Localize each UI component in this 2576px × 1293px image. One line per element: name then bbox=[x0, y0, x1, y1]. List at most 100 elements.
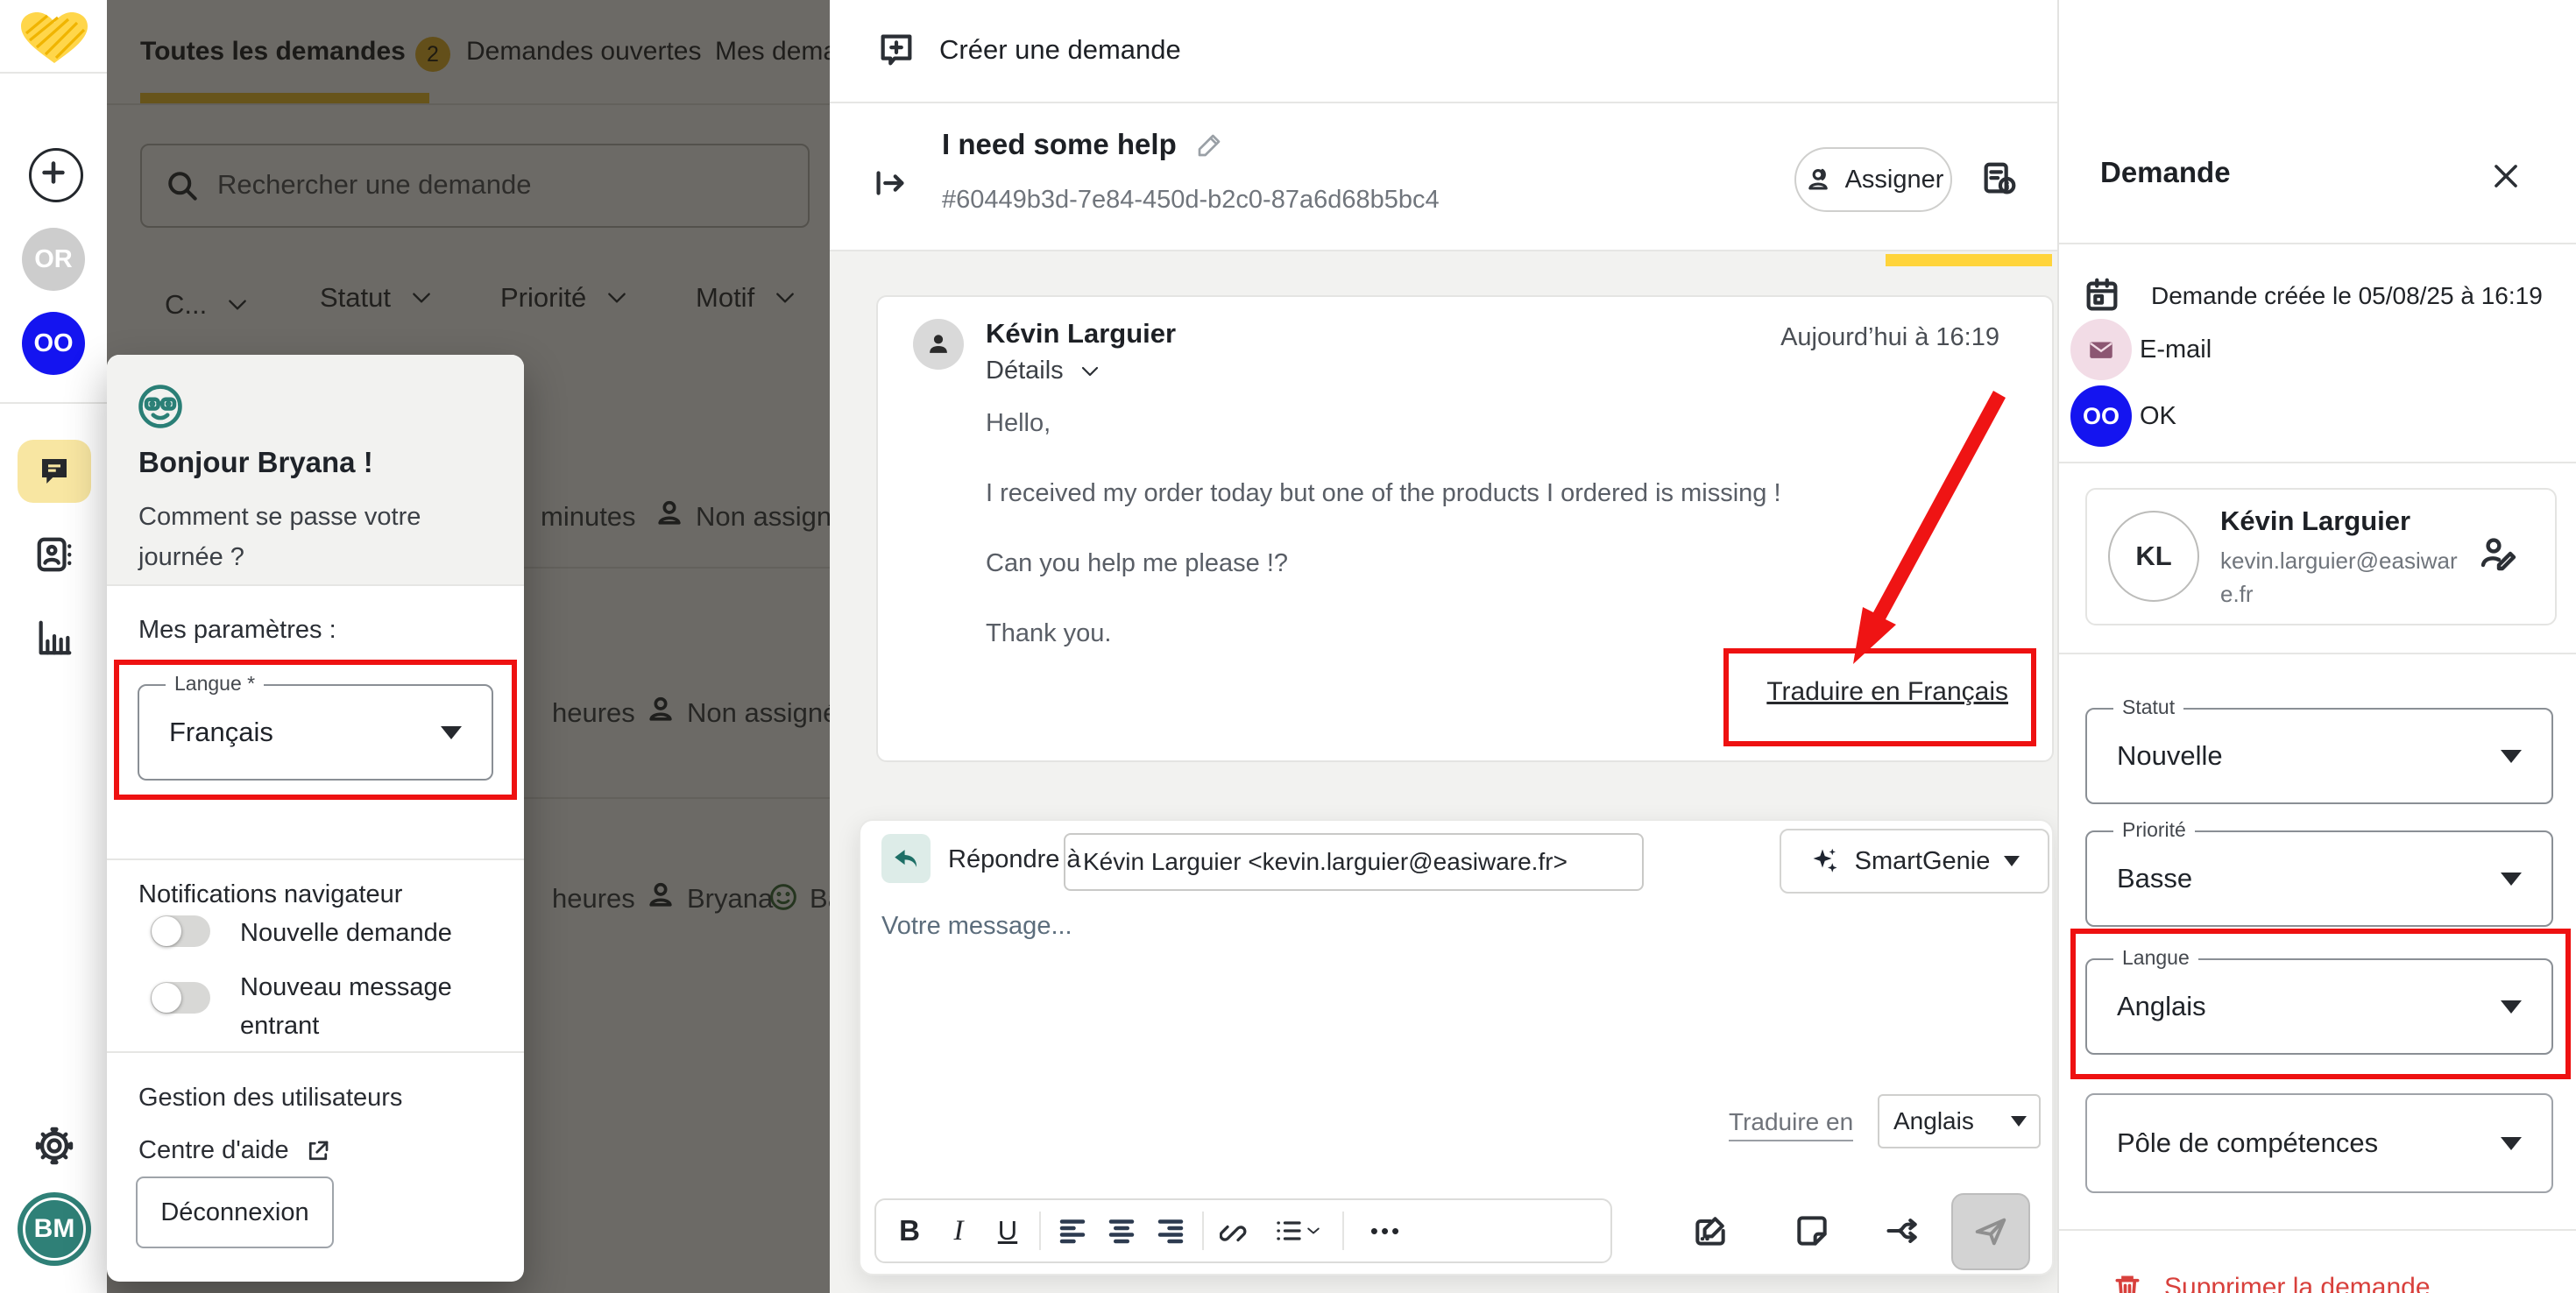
create-request-button[interactable]: Créer une demande bbox=[876, 30, 1181, 70]
toggle-new-request[interactable] bbox=[151, 915, 210, 947]
translate-language-select[interactable]: Anglais bbox=[1878, 1094, 2041, 1148]
recipient-chip-label: Kévin Larguier <kevin.larguier@easiware.… bbox=[1083, 848, 1568, 876]
italic-button[interactable]: I bbox=[934, 1206, 983, 1255]
assign-button-label: Assigner bbox=[1845, 166, 1944, 194]
notifications-title: Notifications navigateur bbox=[138, 880, 402, 909]
chat-bubble-icon bbox=[36, 453, 73, 490]
caret-down-icon bbox=[2501, 1137, 2522, 1150]
nav-statistics[interactable] bbox=[34, 618, 74, 658]
message-line: Thank you. bbox=[986, 619, 1111, 648]
toolbar-separator bbox=[1039, 1212, 1041, 1250]
priority-select-value: Basse bbox=[2117, 863, 2192, 894]
edit-title-pencil-icon[interactable] bbox=[1196, 131, 1224, 159]
canned-response-icon[interactable] bbox=[1691, 1212, 1730, 1250]
toggle-new-request-label: Nouvelle demande bbox=[240, 919, 452, 948]
message-details-label: Détails bbox=[986, 357, 1064, 385]
settings-section-label: Mes paramètres : bbox=[138, 616, 336, 645]
nav-contacts[interactable] bbox=[34, 534, 74, 575]
contact-card[interactable]: KL Kévin Larguier kevin.larguier@easiwar… bbox=[2085, 488, 2557, 625]
close-icon[interactable] bbox=[2489, 159, 2523, 193]
align-right-button[interactable] bbox=[1146, 1206, 1195, 1255]
message-input-placeholder: Votre message... bbox=[881, 912, 1072, 940]
avatar-oo-label: OO bbox=[33, 329, 73, 358]
toggle-new-message[interactable] bbox=[151, 982, 210, 1014]
insert-link-button[interactable] bbox=[1211, 1206, 1260, 1255]
assign-person-icon bbox=[1803, 165, 1833, 194]
create-request-label: Créer une demande bbox=[939, 34, 1181, 66]
caret-down-icon bbox=[441, 726, 462, 739]
smartgenie-button[interactable]: SmartGenie bbox=[1780, 829, 2049, 894]
edit-contact-icon[interactable] bbox=[2476, 532, 2518, 574]
avatar-bm-ring bbox=[23, 1198, 86, 1261]
bold-button[interactable]: B bbox=[885, 1206, 934, 1255]
recipient-chip[interactable]: Kévin Larguier <kevin.larguier@easiware.… bbox=[1064, 833, 1644, 891]
avatar-oo[interactable]: OO bbox=[22, 312, 85, 375]
settings-button[interactable] bbox=[33, 1125, 75, 1167]
note-icon[interactable] bbox=[1793, 1212, 1831, 1250]
logout-button-label: Déconnexion bbox=[160, 1198, 308, 1227]
language-select-value: Français bbox=[169, 717, 273, 748]
app-screen: OR OO bbox=[0, 0, 2576, 1293]
created-date-text: Demande créée le 05/08/25 à 16:19 bbox=[2151, 282, 2543, 310]
popover-question: Comment se passe votre journée ? bbox=[138, 497, 421, 577]
priority-select[interactable]: Priorité Basse bbox=[2085, 830, 2553, 927]
status-select[interactable]: Statut Nouvelle bbox=[2085, 708, 2553, 804]
popover-greeting: Bonjour Bryana ! bbox=[138, 446, 373, 479]
request-details-panel: Demande Demande créée le 05/08/25 à 16:1… bbox=[2057, 0, 2576, 1293]
send-plane-icon bbox=[1971, 1212, 2011, 1252]
delete-request-button[interactable]: Supprimer la demande bbox=[2110, 1270, 2431, 1293]
priority-select-label: Priorité bbox=[2113, 818, 2195, 842]
conversation-tab-accent bbox=[1886, 254, 2052, 266]
message-input[interactable]: Votre message... bbox=[881, 912, 2029, 1070]
caret-down-icon bbox=[2501, 1000, 2522, 1014]
trash-icon bbox=[2110, 1270, 2145, 1293]
translate-reply-link[interactable]: Traduire en bbox=[1729, 1108, 1853, 1141]
assign-button[interactable]: Assigner bbox=[1794, 147, 1952, 212]
ticket-id: #60449b3d-7e84-450d-b2c0-87a6d68b5bc4 bbox=[942, 186, 1440, 215]
translate-reply-label: Traduire en bbox=[1729, 1108, 1853, 1135]
status-select-value: Nouvelle bbox=[2117, 740, 2223, 772]
popover-question-line1: Comment se passe votre bbox=[138, 497, 421, 537]
language-select[interactable]: Langue * Français bbox=[138, 684, 493, 781]
avatar-bm[interactable]: BM bbox=[18, 1192, 91, 1266]
sparkles-icon bbox=[1809, 845, 1841, 877]
add-button[interactable] bbox=[29, 148, 83, 202]
help-center-label: Centre d'aide bbox=[138, 1136, 289, 1165]
create-request-icon bbox=[876, 30, 916, 70]
conversation-area: Kévin Larguier Détails Aujourd’hui à 16:… bbox=[830, 251, 2057, 1293]
contact-email: kevin.larguier@easiwar e.fr bbox=[2220, 544, 2458, 611]
send-button[interactable] bbox=[1951, 1193, 2030, 1270]
message-line: Hello, bbox=[986, 409, 1051, 438]
skills-pole-select[interactable]: Pôle de compétences bbox=[2085, 1093, 2553, 1193]
avatar-or[interactable]: OR bbox=[22, 228, 85, 291]
reply-composer-card: Répondre à Kévin Larguier <kevin.larguie… bbox=[859, 819, 2054, 1275]
translate-message-link-label: Traduire en Français bbox=[1766, 677, 2020, 707]
list-style-button[interactable] bbox=[1260, 1206, 1335, 1255]
message-timestamp: Aujourd’hui à 16:19 bbox=[1780, 323, 1999, 352]
collapse-panel-icon[interactable] bbox=[870, 163, 910, 203]
ticket-language-select[interactable]: Langue Anglais bbox=[2085, 958, 2553, 1055]
help-center-link[interactable]: Centre d'aide bbox=[138, 1136, 331, 1165]
underline-button[interactable]: U bbox=[983, 1206, 1032, 1255]
user-management-link[interactable]: Gestion des utilisateurs bbox=[138, 1084, 402, 1113]
caret-down-icon bbox=[2011, 1116, 2027, 1127]
contact-avatar: KL bbox=[2108, 511, 2199, 602]
message-details-toggle[interactable]: Détails bbox=[986, 357, 1100, 385]
chevron-down-icon bbox=[1079, 364, 1100, 378]
more-formatting-button[interactable]: ••• bbox=[1351, 1206, 1421, 1255]
contact-name: Kévin Larguier bbox=[2220, 505, 2410, 537]
contacts-card-icon bbox=[34, 534, 74, 575]
request-history-icon[interactable] bbox=[1979, 159, 2020, 200]
align-left-button[interactable] bbox=[1048, 1206, 1097, 1255]
reply-to-label: Répondre à bbox=[948, 845, 1081, 874]
ticket-language-select-label: Langue bbox=[2113, 946, 2198, 970]
align-center-button[interactable] bbox=[1097, 1206, 1146, 1255]
reply-mode-icon[interactable] bbox=[881, 834, 931, 883]
sender-avatar bbox=[913, 319, 964, 370]
nav-requests-active[interactable] bbox=[18, 440, 91, 503]
logout-button[interactable]: Déconnexion bbox=[136, 1176, 334, 1248]
transfer-icon[interactable] bbox=[1884, 1212, 1922, 1250]
sender-name: Kévin Larguier bbox=[986, 318, 1176, 350]
ticket-title: I need some help bbox=[942, 128, 1177, 161]
language-select-label: Langue * bbox=[166, 672, 264, 696]
